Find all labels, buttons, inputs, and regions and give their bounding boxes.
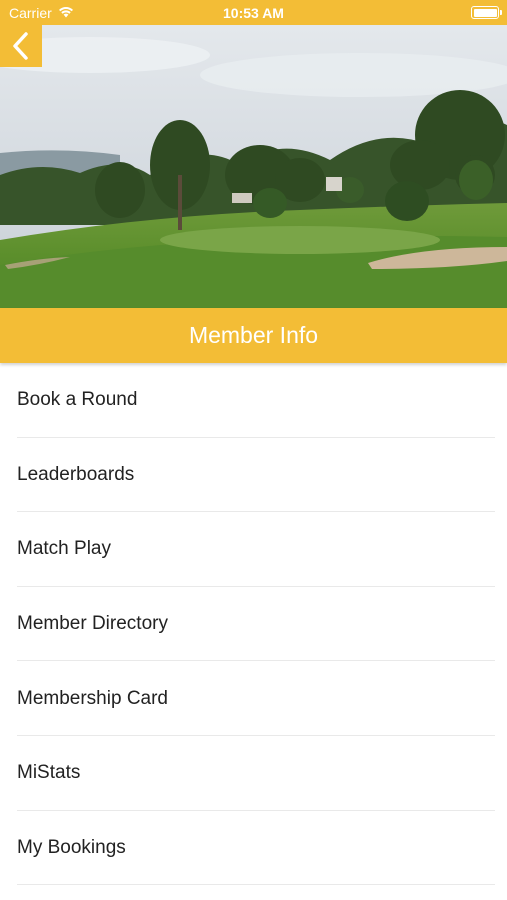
menu-item-book-a-round[interactable]: Book a Round: [0, 363, 507, 438]
page-title-bar: Member Info: [0, 308, 507, 363]
menu-item-leaderboards[interactable]: Leaderboards: [0, 438, 507, 513]
menu-item-label: Membership Card: [17, 687, 168, 709]
menu-item-label: My Bookings: [17, 836, 126, 858]
member-info-menu: Book a Round Leaderboards Match Play Mem…: [0, 363, 507, 885]
battery-icon: [471, 6, 502, 19]
menu-item-my-bookings[interactable]: My Bookings: [0, 811, 507, 886]
status-right: [471, 6, 502, 19]
menu-item-member-directory[interactable]: Member Directory: [0, 587, 507, 662]
menu-item-membership-card[interactable]: Membership Card: [0, 661, 507, 736]
golf-course-hero-image: [0, 25, 507, 308]
menu-item-mistats[interactable]: MiStats: [0, 736, 507, 811]
chevron-left-icon: [13, 32, 28, 60]
menu-item-label: Book a Round: [17, 389, 138, 411]
page-title: Member Info: [188, 322, 319, 348]
menu-item-label: Leaderboards: [17, 463, 135, 485]
menu-item-label: Member Directory: [17, 613, 168, 635]
menu-item-label: MiStats: [17, 762, 81, 784]
status-bar: Carrier 10:53 AM: [0, 0, 507, 25]
status-time: 10:53 AM: [223, 5, 284, 21]
menu-item-label: Match Play: [17, 538, 111, 560]
back-button[interactable]: [0, 25, 42, 67]
menu-item-match-play[interactable]: Match Play: [0, 512, 507, 587]
